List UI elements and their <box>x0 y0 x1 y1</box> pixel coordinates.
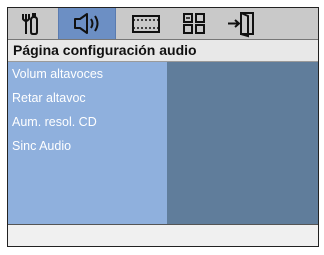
audio-menu-list: Volum altavoces Retar altavoc Aum. resol… <box>8 62 167 224</box>
option-detail-panel <box>167 62 318 224</box>
exit-door-icon[interactable] <box>222 8 264 39</box>
page-title: Página configuración audio <box>8 40 318 62</box>
menu-item-speaker-delay[interactable]: Retar altavoc <box>8 86 167 110</box>
preferences-grid-icon[interactable] <box>174 8 214 39</box>
menu-item-audio-sync[interactable]: Sinc Audio <box>8 134 167 158</box>
menu-item-cd-upsampling[interactable]: Aum. resol. CD <box>8 110 167 134</box>
speaker-audio-icon[interactable] <box>58 8 116 39</box>
menu-item-speaker-volume[interactable]: Volum altavoces <box>8 62 167 86</box>
settings-toolbar <box>8 8 318 40</box>
film-video-icon[interactable] <box>126 8 166 39</box>
settings-wrench-icon[interactable] <box>16 8 52 39</box>
status-bar <box>8 224 318 246</box>
osd-screen: Página configuración audio Volum altavoc… <box>7 7 319 247</box>
